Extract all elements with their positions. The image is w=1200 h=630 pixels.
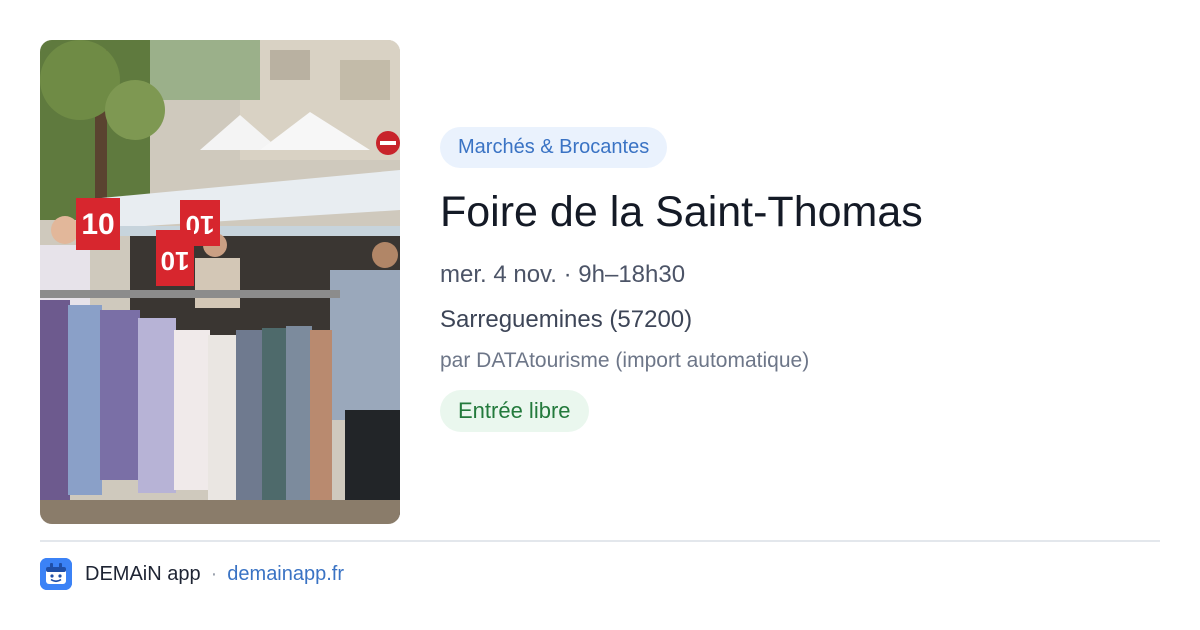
footer: DEMAiN app · demainapp.fr <box>40 558 344 590</box>
price-tag-label: 10 <box>81 208 114 241</box>
demain-app-logo-icon <box>40 558 72 590</box>
event-info: Marchés & Brocantes Foire de la Saint-Th… <box>440 127 1160 432</box>
footer-divider <box>40 540 1160 542</box>
event-source: par DATAtourisme (import automatique) <box>440 349 810 372</box>
app-website-link[interactable]: demainapp.fr <box>227 563 344 586</box>
app-name: DEMAiN app <box>85 562 201 585</box>
footer-separator: · <box>210 562 218 585</box>
category-chip[interactable]: Marchés & Brocantes <box>440 127 668 168</box>
event-datetime: mer. 4 nov. · 9h–18h30 <box>440 261 686 288</box>
price-badge: Entrée libre <box>440 390 589 432</box>
event-image: 10 10 10 <box>40 40 400 524</box>
event-title: Foire de la Saint-Thomas <box>440 188 923 236</box>
event-location: Sarreguemines (57200) <box>440 306 693 333</box>
price-tag-label: 10 <box>161 246 190 276</box>
